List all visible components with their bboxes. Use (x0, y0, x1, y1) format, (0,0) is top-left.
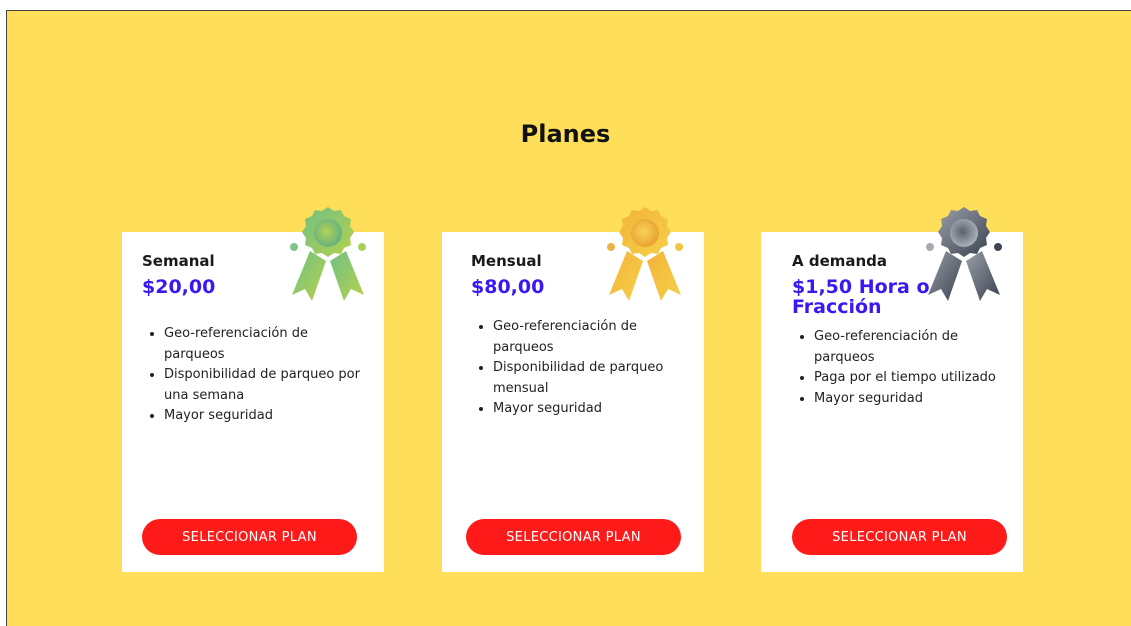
select-plan-button[interactable]: SELECCIONAR PLAN (142, 519, 357, 555)
plan-price: $1,50 Hora o Fracción (792, 276, 930, 318)
feature-list: Geo-referenciación de parqueos Paga por … (792, 327, 1014, 409)
select-plan-button[interactable]: SELECCIONAR PLAN (466, 519, 681, 555)
green-award-ribbon-icon (290, 207, 366, 301)
feature-item: Mayor seguridad (164, 406, 364, 427)
gray-award-ribbon-icon (926, 207, 1002, 301)
feature-item: Disponibilidad de parqueo por una semana (164, 365, 364, 406)
plan-price: $80,00 (471, 276, 545, 298)
feature-item: Geo-referenciación de parqueos (164, 324, 364, 365)
feature-item: Mayor seguridad (493, 399, 693, 420)
feature-item: Disponibilidad de parqueo mensual (493, 358, 693, 399)
plan-name: A demanda (792, 252, 888, 270)
plan-name: Semanal (142, 252, 215, 270)
feature-list: Geo-referenciación de parqueos Disponibi… (471, 317, 693, 420)
feature-list: Geo-referenciación de parqueos Disponibi… (142, 324, 364, 427)
section-title: Planes (520, 120, 611, 148)
select-plan-button[interactable]: SELECCIONAR PLAN (792, 519, 1007, 555)
feature-item: Paga por el tiempo utilizado (814, 368, 1014, 389)
feature-item: Geo-referenciación de parqueos (814, 327, 1014, 368)
feature-item: Mayor seguridad (814, 389, 1014, 410)
feature-item: Geo-referenciación de parqueos (493, 317, 693, 358)
plan-price: $20,00 (142, 276, 216, 298)
gold-award-ribbon-icon (607, 207, 683, 301)
plan-name: Mensual (471, 252, 542, 270)
